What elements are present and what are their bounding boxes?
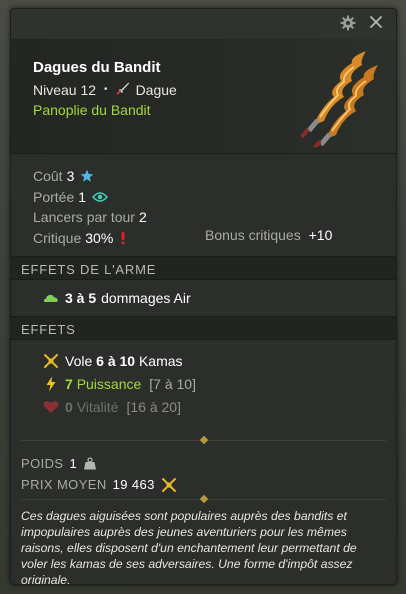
effect-power-value: 7 xyxy=(65,375,73,392)
stat-range: Portée 1 xyxy=(33,187,396,208)
effect-steal-value: 6 à 10 xyxy=(96,352,136,369)
close-icon[interactable] xyxy=(368,14,384,30)
weapon-stats: Coût 3 Portée 1 Lancers par tour 2 Criti… xyxy=(11,154,396,256)
stat-casts: Lancers par tour 2 xyxy=(33,207,396,228)
effect-vitality: 0 Vitalité [16 à 20] xyxy=(43,395,396,418)
price-value: 19 463 xyxy=(112,477,155,492)
item-tooltip-panel: Dagues du Bandit Niveau 12 • Dague Panop… xyxy=(10,8,397,585)
stat-crit-value: 30% xyxy=(85,229,114,246)
weight-row: POIDS 1 xyxy=(21,453,396,474)
price-row: PRIX MOYEN 19 463 xyxy=(21,474,396,495)
air-cloud-icon xyxy=(43,292,59,304)
effect-vitality-label: Vitalité xyxy=(76,398,119,415)
ap-star-icon xyxy=(80,169,94,183)
weapon-damage-value: 3 à 5 xyxy=(65,290,97,306)
effect-vitality-range: [16 à 20] xyxy=(126,398,181,415)
dagger-type-icon xyxy=(116,81,130,98)
stat-crit-bonus: Bonus critiques +10 xyxy=(205,227,332,243)
weapon-damage-text: dommages Air xyxy=(101,290,191,306)
weapon-effects-header: EFFETS DE L'ARME xyxy=(11,256,396,280)
separator-dot: • xyxy=(104,84,108,95)
effect-steal-kamas: Vole 6 à 10 Kamas xyxy=(43,349,396,372)
panel-topbar xyxy=(11,9,396,39)
bandit-daggers-image xyxy=(286,47,386,150)
stat-range-label: Portée xyxy=(33,188,75,205)
effect-steal-suffix: Kamas xyxy=(138,352,183,369)
effect-power-label: Puissance xyxy=(76,375,142,392)
weapon-damage-line: 3 à 5 dommages Air xyxy=(11,280,396,316)
section-divider xyxy=(21,494,386,504)
crit-exclamation-icon xyxy=(119,231,127,245)
stat-cost-value: 3 xyxy=(66,168,75,185)
stat-casts-label: Lancers par tour xyxy=(33,209,135,226)
section-divider xyxy=(21,435,386,445)
item-type: Dague xyxy=(135,81,177,98)
effect-vitality-value: 0 xyxy=(65,398,73,415)
stat-casts-value: 2 xyxy=(138,209,147,226)
item-level-type: Niveau 12 • Dague xyxy=(33,81,177,98)
effects-header: EFFETS xyxy=(11,316,396,340)
effects-list: Vole 6 à 10 Kamas 7 Puissance [7 à 10] 0… xyxy=(11,340,396,440)
kamas-icon xyxy=(43,353,59,369)
heart-icon xyxy=(43,400,59,414)
lightning-icon xyxy=(43,376,59,392)
item-set-link[interactable]: Panoplie du Bandit xyxy=(33,102,151,118)
stat-cost: Coût 3 xyxy=(33,166,396,187)
item-description: Ces dagues aiguisées sont populaires aup… xyxy=(21,509,357,585)
item-header: Dagues du Bandit Niveau 12 • Dague Panop… xyxy=(11,39,396,154)
effect-steal-label: Vole xyxy=(65,352,93,369)
item-misc-info: POIDS 1 PRIX MOYEN 19 463 xyxy=(11,441,396,499)
gear-icon[interactable] xyxy=(340,15,356,31)
stat-crit-bonus-label: Bonus critiques xyxy=(205,227,301,243)
stat-range-value: 1 xyxy=(78,188,87,205)
price-label: PRIX MOYEN xyxy=(21,477,107,492)
kamas-icon xyxy=(161,477,177,493)
stat-cost-label: Coût xyxy=(33,168,63,185)
weight-value: 1 xyxy=(69,456,78,471)
stat-crit-bonus-value: +10 xyxy=(308,227,333,243)
effect-power: 7 Puissance [7 à 10] xyxy=(43,372,396,395)
item-level: Niveau 12 xyxy=(33,81,97,98)
effect-power-range: [7 à 10] xyxy=(149,375,196,392)
weight-label: POIDS xyxy=(21,456,64,471)
weight-icon xyxy=(83,457,97,470)
item-name: Dagues du Bandit xyxy=(33,59,161,76)
stat-crit-label: Critique xyxy=(33,229,82,246)
range-eye-icon xyxy=(92,191,109,203)
